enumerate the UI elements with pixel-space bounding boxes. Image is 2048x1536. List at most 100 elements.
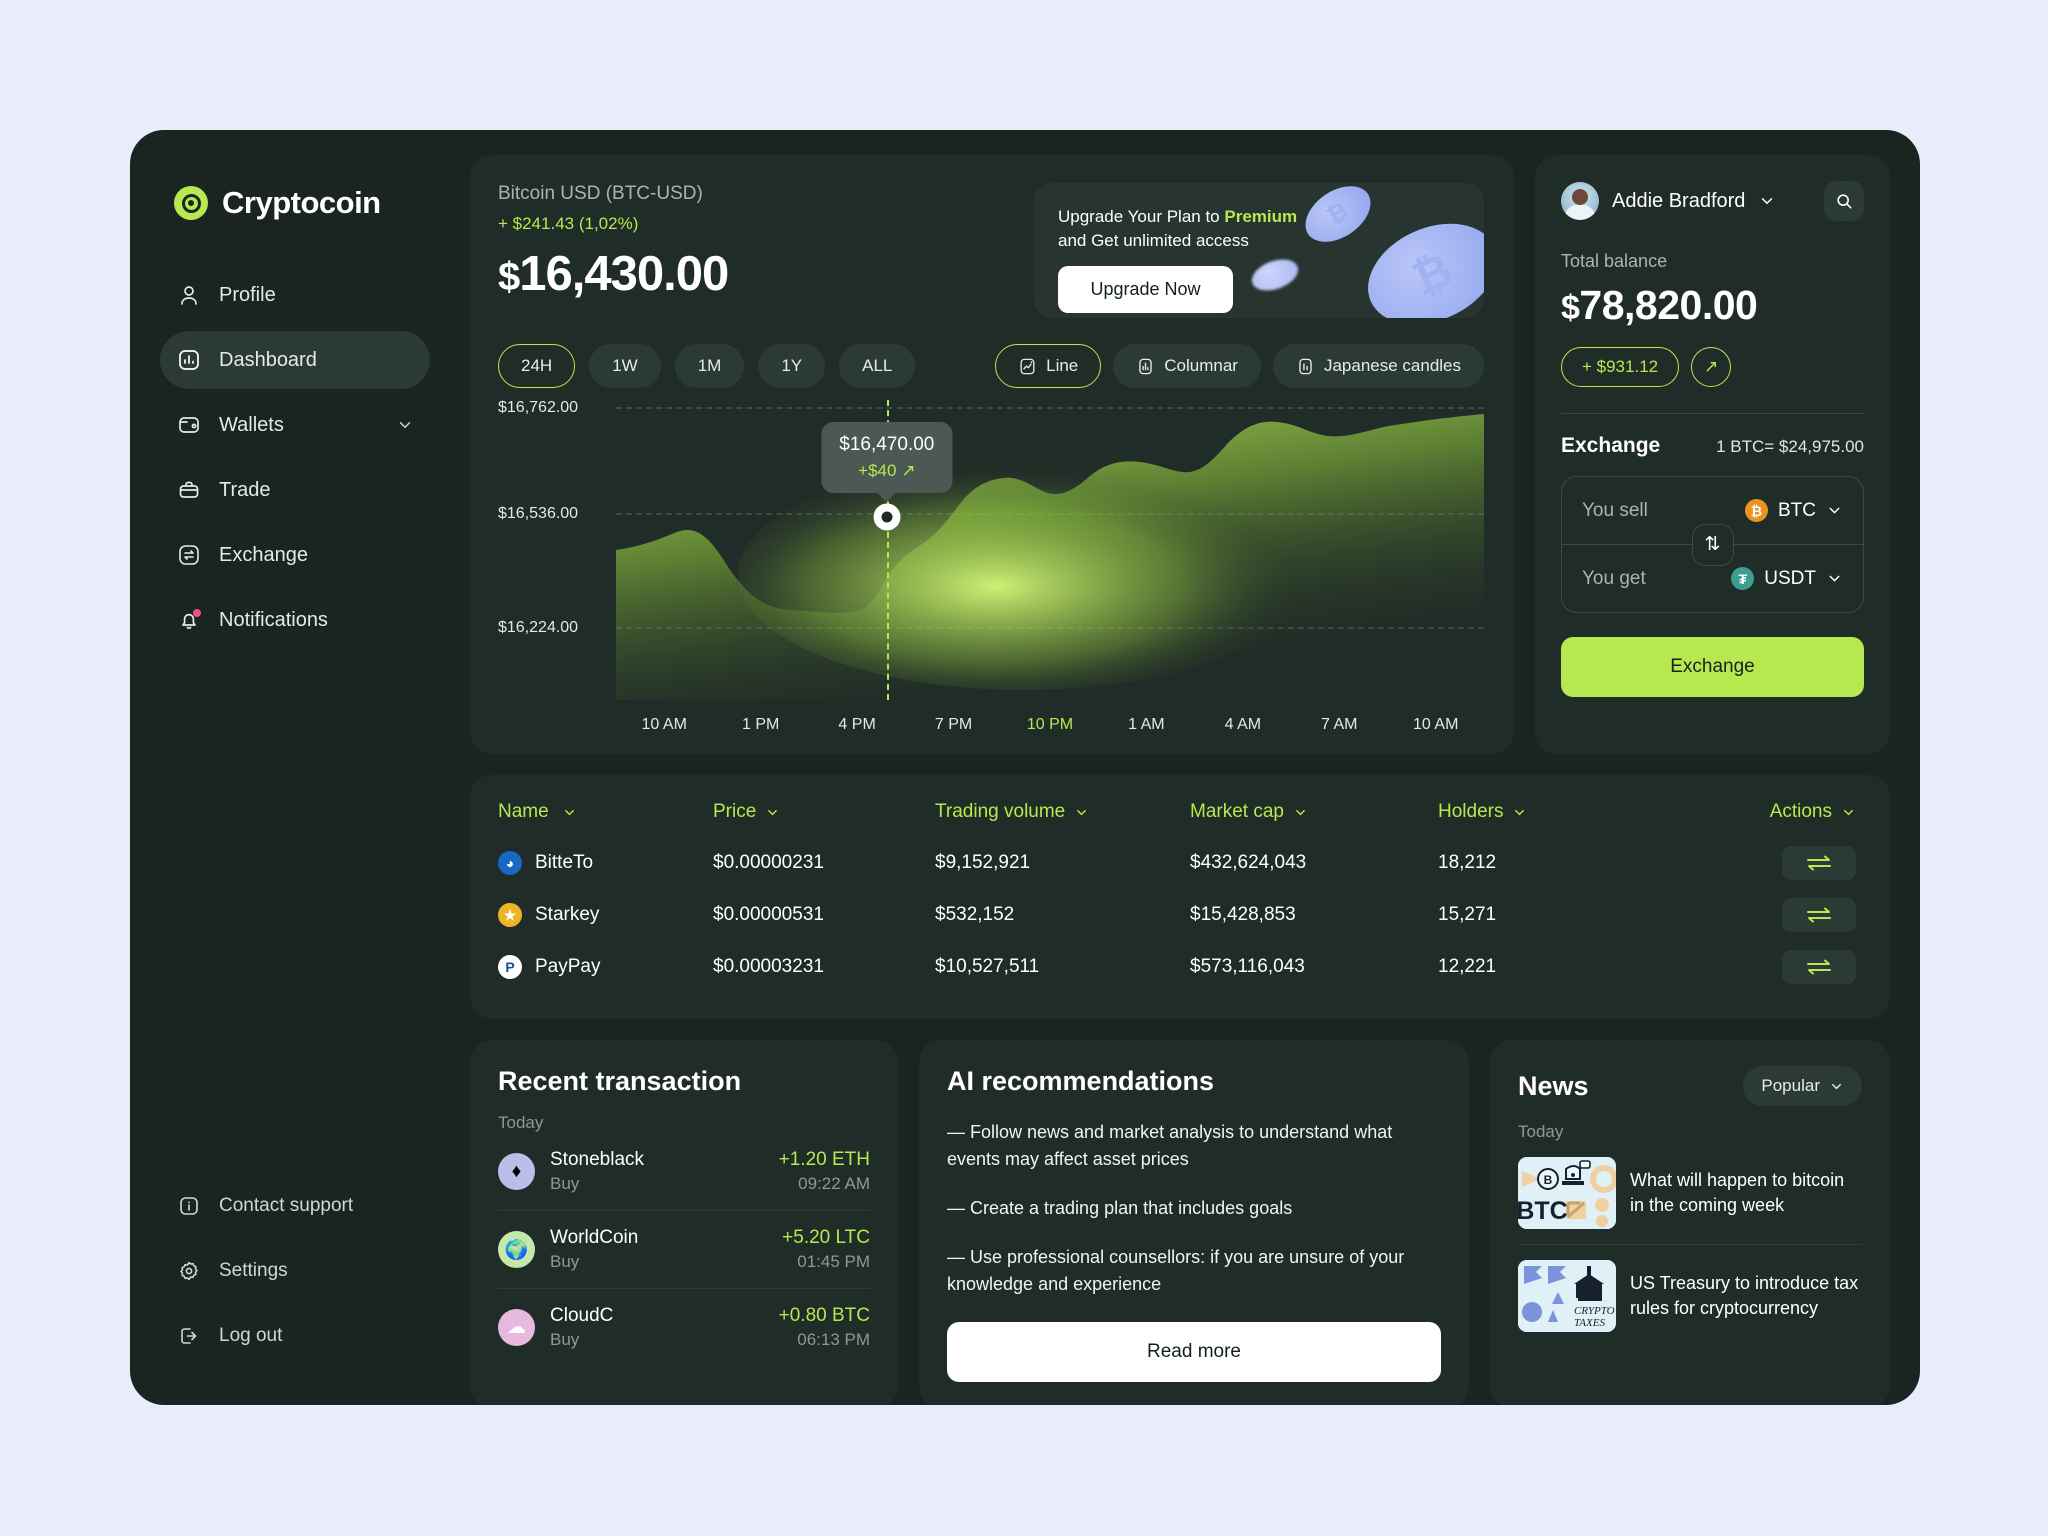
sidebar-item-exchange[interactable]: Exchange: [160, 526, 430, 584]
you-sell-label: You sell: [1582, 499, 1648, 521]
cell-price: $0.00003231: [713, 956, 824, 977]
cell-holders: 18,212: [1438, 852, 1497, 873]
transaction-type: Buy: [550, 1252, 580, 1271]
x-axis-tick: 1 AM: [1128, 716, 1165, 733]
swap-action-button[interactable]: [1782, 846, 1856, 880]
sidebar-item-dashboard[interactable]: Dashboard: [160, 331, 430, 389]
table-row[interactable]: ◕ BitteTo $0.00000231 $9,152,921 $432,62…: [498, 837, 1856, 889]
transaction-meta: +0.80 BTC 06:13 PM: [779, 1305, 870, 1350]
x-axis-tick: 4 AM: [1224, 716, 1262, 733]
search-button[interactable]: [1824, 181, 1864, 221]
get-token-select[interactable]: ₮ USDT: [1731, 567, 1843, 590]
sidebar-item-trade[interactable]: Trade: [160, 461, 430, 519]
transaction-info: Stoneblack Buy: [550, 1149, 644, 1194]
sidebar-item-log-out[interactable]: Log out: [160, 1307, 430, 1365]
news-headline: What will happen to bitcoin in the comin…: [1630, 1170, 1845, 1215]
x-axis: 10 AM 1 PM 4 PM 7 PM 10 PM 1 AM 4 AM 7 A…: [616, 716, 1484, 734]
transaction-amount: +1.20 ETH: [778, 1149, 870, 1170]
transaction-item[interactable]: 🌍 WorldCoin Buy +5.20 LTC 01:45 PM: [498, 1210, 870, 1288]
sidebar-item-label: Contact support: [219, 1195, 354, 1216]
column-header-holders[interactable]: Holders: [1438, 801, 1663, 823]
sidebar-item-wallets[interactable]: Wallets: [160, 396, 430, 454]
range-all-button[interactable]: ALL: [839, 344, 916, 388]
user-icon: [176, 282, 202, 308]
column-header-actions[interactable]: Actions: [1663, 801, 1856, 823]
bell-icon: [176, 607, 202, 633]
area-glow: [737, 460, 1311, 690]
exchange-box: You sell ₿ BTC You get ₮ USDT ⇅: [1561, 476, 1864, 613]
sidebar: Cryptocoin Profile Dashboard Wallets Tra…: [130, 130, 460, 1405]
range-1m-button[interactable]: 1M: [674, 344, 745, 388]
sidebar-item-notifications[interactable]: Notifications: [160, 591, 430, 649]
news-filter-label: Popular: [1761, 1076, 1820, 1095]
y-axis-tick: $16,224.00: [498, 619, 579, 636]
column-header-market-cap[interactable]: Market cap: [1190, 801, 1438, 823]
transaction-type: Buy: [550, 1174, 580, 1193]
balance-value: $78,820.00: [1561, 282, 1758, 328]
news-item[interactable]: CRYPTO TAXES US Treasury to introduce ta…: [1518, 1244, 1862, 1347]
read-more-button[interactable]: Read more: [947, 1322, 1441, 1382]
starkey-coin-icon: ★: [498, 903, 522, 927]
x-axis-tick: 10 AM: [1413, 716, 1459, 733]
swap-horizontal-icon: [1804, 905, 1834, 925]
range-24h-button[interactable]: 24H: [498, 344, 576, 388]
exchange-submit-button[interactable]: Exchange: [1561, 637, 1864, 697]
balance-label: Total balance: [1561, 251, 1668, 271]
range-1w-button[interactable]: 1W: [589, 344, 661, 388]
cell-trading-volume: $10,527,511: [935, 956, 1040, 977]
balance-badges: + $931.12 ↗: [1561, 347, 1864, 387]
swap-tokens-button[interactable]: ⇅: [1691, 523, 1734, 566]
exchange-title: Exchange: [1561, 434, 1661, 457]
news-item[interactable]: B BTC What will happen to bitcoin in the…: [1518, 1142, 1862, 1244]
table-row[interactable]: ★ Starkey $0.00000531 $532,152 $15,428,8…: [498, 889, 1856, 941]
chart-active-point[interactable]: [873, 503, 901, 531]
x-axis-tick: 1 PM: [741, 716, 780, 733]
avatar: [1561, 182, 1599, 220]
user-row[interactable]: Addie Bradford: [1561, 181, 1864, 221]
cell-market-cap: $432,624,043: [1190, 852, 1307, 873]
transaction-item[interactable]: ☁ CloudC Buy +0.80 BTC 06:13 PM: [498, 1288, 870, 1366]
column-header-trading-volume[interactable]: Trading volume: [935, 801, 1190, 823]
chevron-down-icon[interactable]: [1758, 192, 1776, 210]
chevron-down-icon: [1829, 1079, 1844, 1094]
promo-accent: Premium: [1224, 207, 1298, 226]
bitcoin-coin-small-icon: [1247, 253, 1303, 297]
table-row[interactable]: P PayPay $0.00003231 $10,527,511 $573,11…: [498, 941, 1856, 993]
x-axis-tick: 10 AM: [641, 716, 687, 733]
area-chart-svg: [616, 414, 1484, 700]
swap-action-button[interactable]: [1782, 950, 1856, 984]
sell-token-select[interactable]: ₿ BTC: [1745, 499, 1843, 522]
paypay-coin-icon: P: [498, 955, 522, 979]
column-header-name[interactable]: Name: [498, 801, 713, 823]
chart-type-line-button[interactable]: Line: [995, 344, 1102, 388]
promo-line1-pre: Upgrade Your Plan to: [1058, 207, 1225, 226]
price-value: 16,430.00: [519, 247, 729, 301]
ethereum-icon: ♦: [498, 1153, 535, 1190]
currency-symbol: $: [1561, 289, 1580, 327]
sidebar-item-contact-support[interactable]: Contact support: [160, 1177, 430, 1235]
swap-action-button[interactable]: [1782, 898, 1856, 932]
sidebar-bottom-nav: Contact support Settings Log out: [160, 1177, 430, 1375]
sidebar-item-settings[interactable]: Settings: [160, 1242, 430, 1300]
trend-up-icon-button[interactable]: ↗: [1691, 347, 1732, 387]
pair-info: Bitcoin USD (BTC-USD) + $241.43 (1,02%) …: [498, 183, 729, 302]
info-icon: [176, 1193, 202, 1219]
range-1y-button[interactable]: 1Y: [758, 344, 826, 388]
transaction-name: CloudC: [550, 1305, 614, 1326]
x-axis-tick: 4 PM: [838, 716, 876, 733]
cell-market-cap: $15,428,853: [1190, 904, 1296, 925]
brand-logo: Cryptocoin: [174, 185, 430, 221]
balance-change-badge: + $931.12: [1561, 347, 1680, 387]
chart-type-japanese-candles-button[interactable]: Japanese candles: [1272, 344, 1484, 388]
chart-type-columnar-button[interactable]: Columnar: [1113, 344, 1261, 388]
cell-trading-volume: $9,152,921: [935, 852, 1031, 873]
news-filter-dropdown[interactable]: Popular: [1743, 1066, 1862, 1106]
news-header: News Popular: [1518, 1066, 1862, 1106]
transaction-time: 01:45 PM: [797, 1252, 870, 1271]
transaction-item[interactable]: ♦ Stoneblack Buy +1.20 ETH 09:22 AM: [498, 1133, 870, 1210]
sidebar-item-profile[interactable]: Profile: [160, 266, 430, 324]
briefcase-icon: [176, 477, 202, 503]
upgrade-now-button[interactable]: Upgrade Now: [1058, 265, 1233, 313]
cell-name: ★ Starkey: [498, 903, 713, 927]
column-header-price[interactable]: Price: [713, 801, 935, 823]
